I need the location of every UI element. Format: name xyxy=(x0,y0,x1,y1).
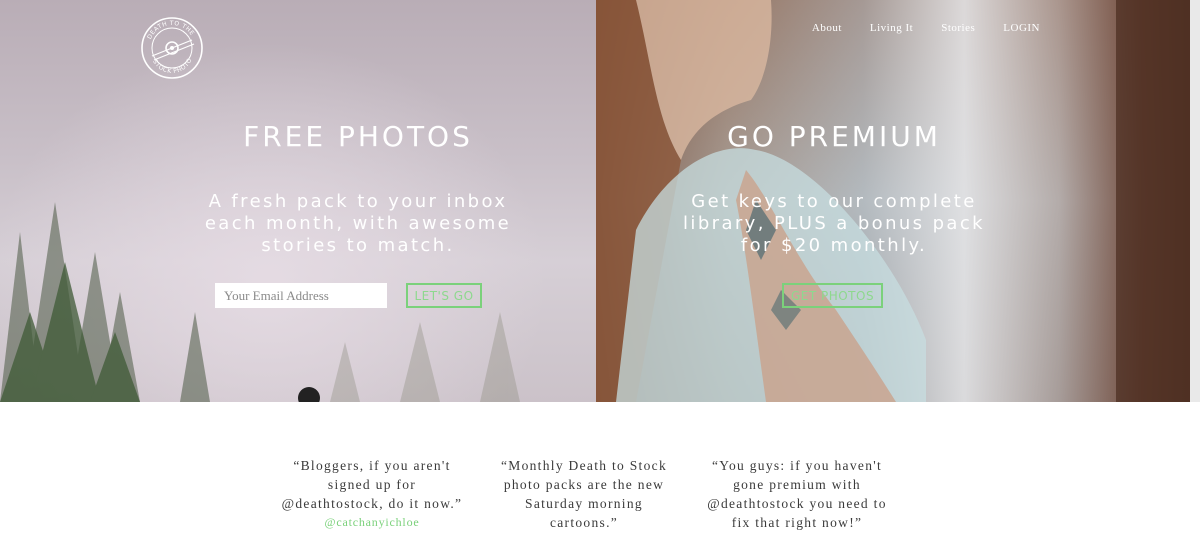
testimonial-text: “Monthly Death to Stock photo packs are … xyxy=(500,458,667,530)
scrollbar[interactable] xyxy=(1190,0,1200,402)
testimonial: “Bloggers, if you aren't signed up for @… xyxy=(277,456,467,532)
testimonial-text: “You guys: if you haven't gone premium w… xyxy=(707,458,887,530)
death-to-stock-logo[interactable]: DEATH TO THE STOCK PHOTO xyxy=(140,16,204,80)
premium-description: Get keys to our complete library, PLUS a… xyxy=(683,191,985,256)
testimonial: “You guys: if you haven't gone premium w… xyxy=(702,456,892,532)
email-input[interactable] xyxy=(215,283,387,308)
free-photos-description: A fresh pack to your inbox each month, w… xyxy=(204,191,512,256)
free-photos-title: FREE PHOTOS xyxy=(243,120,473,153)
nav-item-login[interactable]: LOGIN xyxy=(1003,22,1040,34)
testimonial-author-link[interactable]: @catchanyichloe xyxy=(277,513,467,532)
svg-text:STOCK PHOTO: STOCK PHOTO xyxy=(151,57,193,75)
nav-item-about[interactable]: About xyxy=(812,22,842,34)
nav-item-stories[interactable]: Stories xyxy=(941,22,975,34)
free-photos-section: FREE PHOTOS A fresh pack to your inbox e… xyxy=(178,120,538,257)
main-nav: About Living It Stories LOGIN xyxy=(812,22,1040,34)
nav-item-living-it[interactable]: Living It xyxy=(870,22,913,34)
testimonial-text: “Bloggers, if you aren't signed up for @… xyxy=(281,458,463,511)
get-photos-button[interactable]: GET PHOTOS xyxy=(782,283,883,308)
premium-title: GO PREMIUM xyxy=(727,120,941,153)
lets-go-button[interactable]: LET'S GO xyxy=(406,283,482,308)
premium-section: GO PREMIUM Get keys to our complete libr… xyxy=(654,120,1014,257)
testimonial: “Monthly Death to Stock photo packs are … xyxy=(489,456,679,532)
logo-text-bottom: STOCK PHOTO xyxy=(151,57,193,75)
